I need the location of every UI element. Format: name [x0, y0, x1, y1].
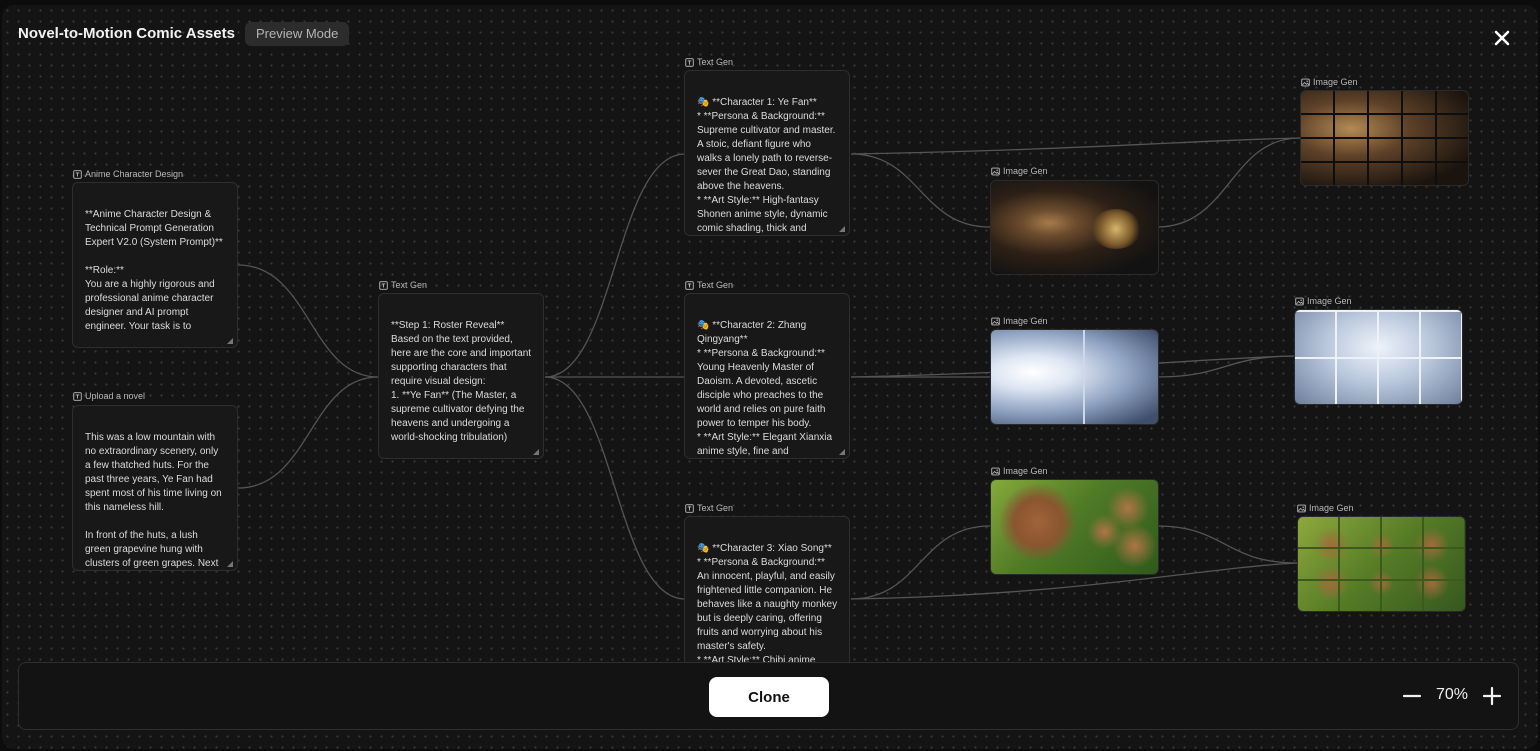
resize-handle[interactable] — [839, 449, 845, 455]
node-text: **Anime Character Design & Technical Pro… — [85, 209, 223, 332]
page-title: Novel-to-Motion Comic Assets — [18, 25, 235, 42]
image-node-ye-fan[interactable] — [990, 180, 1159, 275]
node-label-text: Text Gen — [697, 57, 734, 67]
resize-handle[interactable] — [839, 226, 845, 232]
node-label-char3: Text Gen — [685, 503, 733, 513]
node-text: 🎭 **Character 3: Xiao Song** * **Persona… — [697, 543, 838, 680]
image-node-ye-fan-grid[interactable] — [1300, 90, 1469, 186]
node-label-text: Text Gen — [391, 280, 428, 290]
image-node-icon — [1301, 78, 1310, 86]
close-button[interactable] — [1488, 24, 1516, 52]
node-label-text: Image Gen — [1313, 77, 1358, 87]
text-node-anime-design[interactable]: **Anime Character Design & Technical Pro… — [72, 182, 238, 348]
image-node-icon — [1295, 297, 1304, 305]
text-node-roster[interactable]: **Step 1: Roster Reveal** Based on the t… — [378, 293, 544, 459]
zoom-out-button[interactable] — [1401, 685, 1423, 707]
text-node-icon — [379, 280, 388, 290]
image-node-zhang-qingyang-grid[interactable] — [1294, 309, 1463, 405]
image-node-xiao-song-grid[interactable] — [1297, 516, 1466, 612]
text-node-char3[interactable]: 🎭 **Character 3: Xiao Song** * **Persona… — [684, 516, 850, 682]
image-node-xiao-song[interactable] — [990, 479, 1159, 575]
node-label-text: Image Gen — [1307, 296, 1352, 306]
node-label-text: Image Gen — [1309, 503, 1354, 513]
node-text: 🎭 **Character 2: Zhang Qingyang** * **Pe… — [697, 320, 833, 457]
node-label-text: Image Gen — [1003, 316, 1048, 326]
node-text: **Step 1: Roster Reveal** Based on the t… — [391, 320, 532, 443]
plus-icon — [1482, 686, 1502, 706]
image-node-icon — [991, 467, 1000, 475]
node-label-char2: Text Gen — [685, 280, 733, 290]
resize-handle[interactable] — [227, 561, 233, 567]
text-node-icon — [685, 57, 694, 67]
node-label-img2-grid: Image Gen — [1295, 296, 1352, 306]
node-text: This was a low mountain with no extraord… — [85, 432, 222, 569]
text-node-char1[interactable]: 🎭 **Character 1: Ye Fan** * **Persona & … — [684, 70, 850, 236]
node-label-roster: Text Gen — [379, 280, 427, 290]
node-label-text: Image Gen — [1003, 166, 1048, 176]
image-node-icon — [991, 167, 1000, 175]
preview-mode-badge: Preview Mode — [245, 22, 350, 46]
node-label-text: Upload a novel — [85, 391, 146, 401]
node-label-anime-design: Anime Character Design — [73, 169, 183, 179]
node-label-char1: Text Gen — [685, 57, 733, 67]
node-label-text: Image Gen — [1003, 466, 1048, 476]
node-label-upload-novel: Upload a novel — [73, 391, 145, 401]
resize-handle[interactable] — [227, 338, 233, 344]
node-text: 🎭 **Character 1: Ye Fan** * **Persona & … — [697, 97, 836, 234]
text-node-icon — [73, 391, 82, 401]
node-label-img3-grid: Image Gen — [1297, 503, 1354, 513]
node-label-text: Anime Character Design — [85, 169, 184, 179]
node-label-img1-grid: Image Gen — [1301, 77, 1358, 87]
node-label-img2: Image Gen — [991, 316, 1048, 326]
text-node-icon — [685, 280, 694, 290]
text-node-icon — [73, 169, 82, 179]
node-label-text: Text Gen — [697, 280, 734, 290]
zoom-level: 70% — [1435, 686, 1469, 703]
text-node-upload-novel[interactable]: This was a low mountain with no extraord… — [72, 405, 238, 571]
minus-icon — [1402, 694, 1422, 698]
text-node-icon — [685, 503, 694, 513]
node-label-img3: Image Gen — [991, 466, 1048, 476]
text-node-char2[interactable]: 🎭 **Character 2: Zhang Qingyang** * **Pe… — [684, 293, 850, 459]
resize-handle[interactable] — [533, 449, 539, 455]
clone-button[interactable]: Clone — [709, 677, 829, 717]
close-icon — [1494, 30, 1510, 46]
node-label-img1: Image Gen — [991, 166, 1048, 176]
node-label-text: Text Gen — [697, 503, 734, 513]
image-node-zhang-qingyang[interactable] — [990, 329, 1159, 425]
bottom-toolbar: Clone 70% — [18, 662, 1519, 730]
image-node-icon — [991, 317, 1000, 325]
image-node-icon — [1297, 504, 1306, 512]
zoom-in-button[interactable] — [1481, 685, 1503, 707]
